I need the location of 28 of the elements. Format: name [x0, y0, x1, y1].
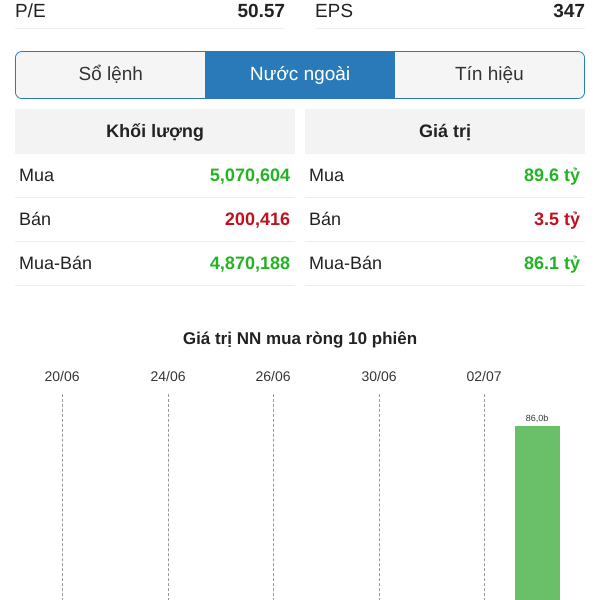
tab[interactable]: Sổ lệnh [16, 52, 206, 98]
ratio-value: 347 [553, 0, 585, 24]
row-value: 200,416 [224, 208, 290, 231]
date-label: 30/06 [361, 366, 397, 386]
row-value: 5,070,604 [210, 164, 290, 187]
row-label: Mua [19, 164, 54, 187]
row-label: Mua-Bán [19, 252, 92, 275]
bar-value-label: 86,0b [526, 412, 548, 424]
date-label: 20/06 [44, 366, 80, 386]
row-label: Bán [309, 208, 342, 231]
date-label: 02/07 [466, 366, 502, 386]
ratio-label: EPS [315, 0, 354, 24]
ratio-value: 50.57 [237, 0, 285, 24]
column-header: Khối lượng [15, 109, 295, 154]
row-value: 4,870,188 [210, 252, 290, 275]
chart-title: Giá trị NN mua ròng 10 phiên [182, 328, 418, 350]
row-label: Mua [309, 164, 344, 187]
row-value: 86.1 tỷ [524, 252, 580, 275]
row-value: 3.5 tỷ [534, 208, 580, 231]
tab[interactable]: Tín hiệu [394, 52, 584, 98]
date-label: 26/06 [255, 366, 291, 386]
column-header: Giá trị [305, 109, 585, 154]
ratio-label: P/E [15, 0, 46, 24]
tab[interactable]: Nước ngoài [205, 52, 395, 98]
date-label: 24/06 [150, 366, 186, 386]
row-label: Bán [19, 208, 52, 231]
row-value: 89.6 tỷ [524, 164, 580, 187]
row-label: Mua-Bán [309, 252, 382, 275]
